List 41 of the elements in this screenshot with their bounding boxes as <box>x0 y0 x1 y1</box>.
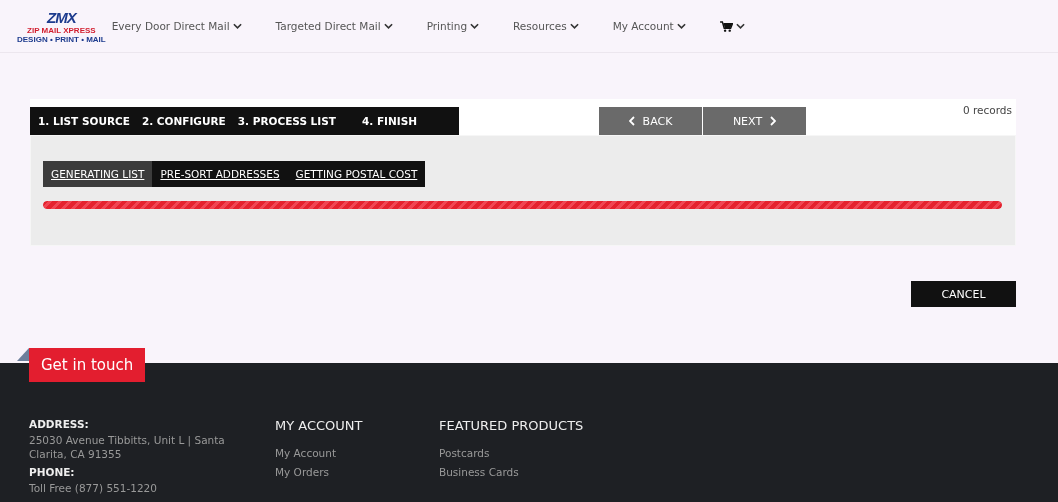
contact-text: 25030 Avenue Tibbitts, Unit L | Santa Clarita, CA 91355 <box>29 433 226 461</box>
nav-menu-link[interactable]: Every Door Direct Mail <box>111 20 242 32</box>
chevron-down-icon <box>232 23 242 29</box>
step-tab[interactable]: 2. CONFIGURE <box>141 115 226 127</box>
step-tab[interactable]: 3. PROCESS LIST <box>237 115 336 127</box>
nav-menu-link[interactable]: Targeted Direct Mail <box>275 20 393 32</box>
contact-label: ADDRESS: <box>29 418 90 430</box>
chevron-left-icon <box>628 116 635 126</box>
subtab[interactable]: GETTING POSTAL COST <box>287 161 426 187</box>
get-in-touch-badge: Get in touch <box>29 348 146 382</box>
subtab[interactable]: PRE-SORT ADDRESSES <box>152 161 288 187</box>
nav-menu-link[interactable]: My Account <box>612 20 686 32</box>
footer-link[interactable]: My Account <box>275 447 439 459</box>
cancel-button[interactable]: CANCEL <box>911 281 1016 307</box>
footer-link[interactable]: Postcards <box>439 447 603 459</box>
footer-heading: MY ACCOUNT <box>275 418 364 433</box>
logo-text: ZMX <box>47 8 76 26</box>
chevron-right-icon <box>770 116 777 126</box>
contact-label: PHONE: <box>29 466 76 478</box>
chevron-down-icon <box>383 23 393 29</box>
next-button[interactable]: NEXT <box>703 107 806 135</box>
step-tab[interactable]: 4. FINISH <box>361 115 417 127</box>
footer-link[interactable]: My Orders <box>275 466 439 478</box>
records-count: 0 records <box>962 104 1012 116</box>
chevron-down-icon <box>470 23 480 29</box>
cart-icon <box>719 20 733 32</box>
logo-motto: DESIGN • PRINT • MAIL <box>17 34 106 44</box>
logo[interactable]: ZMX ZIP MAIL XPRESS DESIGN • PRINT • MAIL <box>17 8 106 44</box>
chevron-down-icon <box>569 23 579 29</box>
subtab[interactable]: GENERATING LIST <box>43 161 153 187</box>
nav-menu-link[interactable]: Printing <box>426 20 480 32</box>
footer-link[interactable]: Business Cards <box>439 466 603 478</box>
nav-menu-link[interactable]: Resources <box>513 20 579 32</box>
step-tab[interactable]: 1. LIST SOURCE <box>38 115 130 127</box>
cart-menu-button[interactable] <box>719 20 745 32</box>
chevron-down-icon <box>735 23 745 29</box>
contact-text: Toll Free (877) 551-1220 <box>29 481 158 495</box>
footer-heading: FEATURED PRODUCTS <box>439 418 585 433</box>
chevron-down-icon <box>676 23 686 29</box>
back-button[interactable]: BACK <box>599 107 702 135</box>
logo-tagline: ZIP MAIL XPRESS <box>27 25 96 35</box>
